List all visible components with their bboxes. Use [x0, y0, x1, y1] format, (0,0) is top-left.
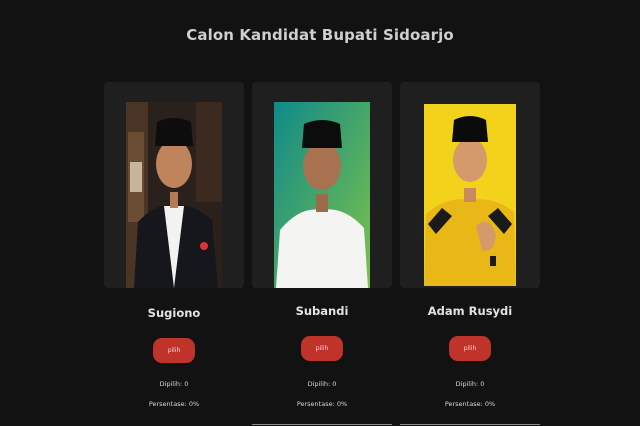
photo-card: [400, 82, 540, 288]
candidate-name: Subandi: [295, 304, 349, 318]
photo-card: [104, 82, 244, 288]
vote-count: Dipilih: 0: [159, 380, 189, 388]
pilih-button[interactable]: pilih: [449, 336, 491, 361]
vote-percentage: Persentase: 0%: [296, 400, 348, 408]
divider: [252, 424, 392, 425]
candidate-name: Sugiono: [147, 306, 201, 320]
divider: [400, 424, 540, 425]
page-title: Calon Kandidat Bupati Sidoarjo: [186, 26, 454, 44]
vote-count: Dipilih: 0: [307, 380, 337, 388]
candidate-photo: [274, 102, 370, 288]
vote-percentage: Persentase: 0%: [444, 400, 496, 408]
candidate-card-3: Adam Rusydi pilih Dipilih: 0 Persentase:…: [400, 82, 540, 426]
candidate-card-1: Sugiono pilih Dipilih: 0 Persentase: 0%: [104, 82, 244, 426]
candidate-card-2: Subandi pilih Dipilih: 0 Persentase: 0%: [252, 82, 392, 426]
vote-percentage: Persentase: 0%: [148, 400, 200, 408]
pilih-button[interactable]: pilih: [301, 336, 343, 361]
candidate-name: Adam Rusydi: [427, 304, 513, 318]
pilih-button[interactable]: pilih: [153, 338, 195, 363]
photo-card: [252, 82, 392, 288]
vote-count: Dipilih: 0: [455, 380, 485, 388]
candidate-photo: [424, 104, 516, 286]
candidate-photo: [126, 102, 222, 288]
